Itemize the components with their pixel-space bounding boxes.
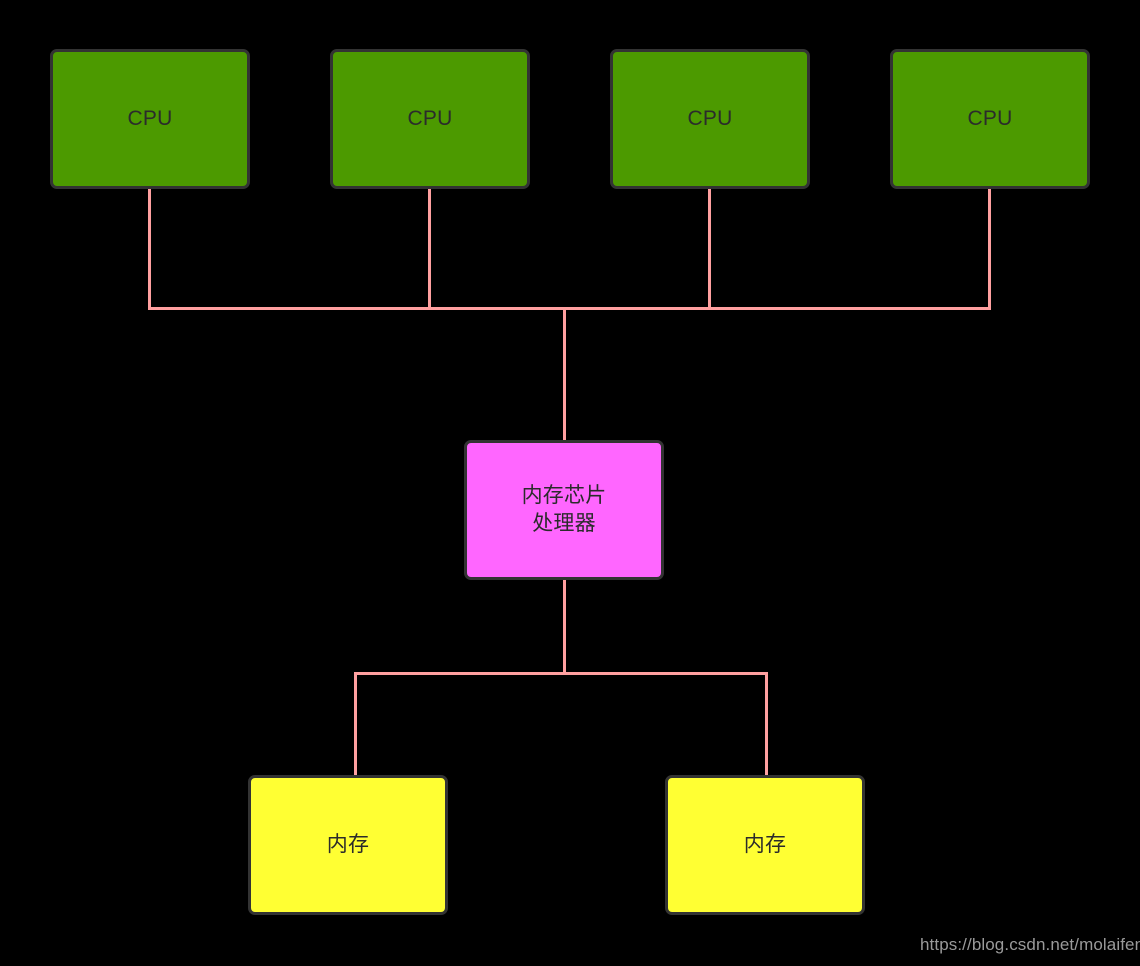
node-label-memory-1: 内存 xyxy=(326,833,370,857)
node-memory-2[interactable]: 内存 xyxy=(665,775,865,915)
node-label-cpu-3: CPU xyxy=(687,107,733,131)
node-label-cpu-2: CPU xyxy=(407,107,453,131)
connector-bus-to-chip xyxy=(563,307,566,443)
node-cpu-1[interactable]: CPU xyxy=(50,49,250,189)
node-label-memory-2: 内存 xyxy=(743,833,787,857)
node-cpu-3[interactable]: CPU xyxy=(610,49,810,189)
watermark-url: https://blog.csdn.net/molaifeng xyxy=(920,935,1140,954)
node-cpu-2[interactable]: CPU xyxy=(330,49,530,189)
connector-chip-to-fanout xyxy=(563,578,566,675)
diagram-canvas: CPU CPU CPU CPU 内存芯片 处理器内存 内存 https://blog.cs… xyxy=(0,0,1140,966)
node-cpu-4[interactable]: CPU xyxy=(890,49,1090,189)
node-label-cpu-1: CPU xyxy=(127,107,173,131)
connector-cpu2-to-bus xyxy=(428,187,431,310)
node-memory-chip-processor[interactable]: 内存芯片 处理器 xyxy=(464,440,664,580)
node-memory-1[interactable]: 内存 xyxy=(248,775,448,915)
connector-cpu3-to-bus xyxy=(708,187,711,310)
connector-fanout-to-memory1 xyxy=(354,672,357,778)
connector-memory-fanout-bus xyxy=(354,672,768,675)
connector-cpu-bus xyxy=(148,307,991,310)
connector-cpu1-to-bus xyxy=(148,187,151,310)
connector-cpu4-to-bus xyxy=(988,187,991,310)
connector-fanout-to-memory2 xyxy=(765,672,768,778)
node-label-memory-chip-processor: 内存芯片 处理器 xyxy=(521,484,607,535)
node-label-cpu-4: CPU xyxy=(967,107,1013,131)
